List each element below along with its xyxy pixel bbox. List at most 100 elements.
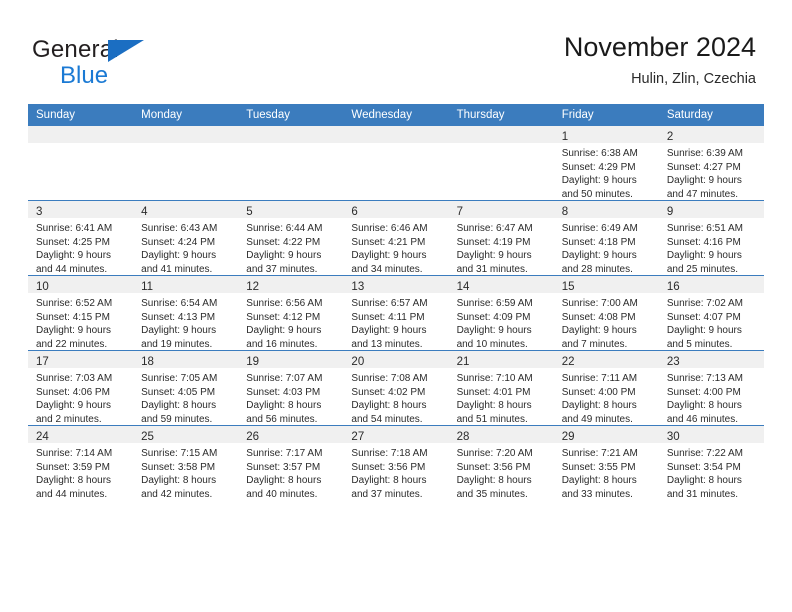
sun-times-block: Sunrise: 7:18 AM Sunset: 3:56 PM Daylight:… xyxy=(343,443,448,501)
calendar-day-cell[interactable]: 16 Sunrise: 7:02 AM Sunset: 4:07 PM Dayligh… xyxy=(658,275,764,351)
sun-times-line: Sunset: 4:16 PM xyxy=(666,236,741,248)
calendar-day-cell[interactable]: 21 Sunrise: 7:10 AM Sunset: 4:01 PM Dayligh… xyxy=(448,350,554,426)
sun-times-line: and 49 minutes. xyxy=(561,413,633,425)
sun-times-line: and 5 minutes. xyxy=(666,338,733,350)
sun-times-line: Sunset: 4:15 PM xyxy=(36,311,110,323)
day-number-band xyxy=(448,126,554,143)
calendar-cell-empty xyxy=(343,126,449,201)
day-number: 27 xyxy=(351,431,365,443)
calendar-day-cell[interactable]: 8 Sunrise: 6:49 AM Sunset: 4:18 PM Daylight… xyxy=(553,200,659,276)
sun-times-line: Sunrise: 7:08 AM xyxy=(351,373,428,384)
sun-times-line: Daylight: 9 hours xyxy=(666,250,742,262)
calendar-day-cell[interactable]: 12 Sunrise: 6:56 AM Sunset: 4:12 PM Dayligh… xyxy=(238,275,344,351)
calendar-day-cell[interactable]: 1 Sunrise: 6:38 AM Sunset: 4:29 PM Daylight… xyxy=(553,126,659,201)
sun-times-block: Sunrise: 7:07 AM Sunset: 4:03 PM Daylight:… xyxy=(238,368,343,426)
calendar-page: General Blue November 2024 Hulin, Zlin, … xyxy=(0,0,792,612)
weekday-header-tuesday: Tuesday xyxy=(238,104,344,126)
calendar-cell-inner: 20 Sunrise: 7:08 AM Sunset: 4:02 PM Dayligh… xyxy=(343,351,449,425)
calendar-day-cell[interactable]: 24 Sunrise: 7:14 AM Sunset: 3:59 PM Dayligh… xyxy=(28,425,134,500)
weekday-header-monday: Monday xyxy=(133,104,239,126)
day-number-band xyxy=(133,126,239,143)
sun-times-block: Sunrise: 7:17 AM Sunset: 3:57 PM Daylight:… xyxy=(238,443,343,501)
day-number-band: 3 xyxy=(28,201,134,218)
calendar-day-cell[interactable]: 6 Sunrise: 6:46 AM Sunset: 4:21 PM Daylight… xyxy=(343,200,449,276)
sun-times-line: Sunset: 4:12 PM xyxy=(246,311,321,323)
day-number-band: 2 xyxy=(658,126,764,143)
calendar-cell-inner xyxy=(28,126,134,200)
calendar-day-cell[interactable]: 30 Sunrise: 7:22 AM Sunset: 3:54 PM Dayligh… xyxy=(658,425,764,500)
calendar-day-cell[interactable]: 22 Sunrise: 7:11 AM Sunset: 4:00 PM Dayligh… xyxy=(553,350,659,426)
calendar-cell-inner: 9 Sunrise: 6:51 AM Sunset: 4:16 PM Daylight… xyxy=(658,201,764,275)
day-number: 30 xyxy=(666,431,680,443)
sun-times-line: Sunrise: 7:11 AM xyxy=(561,373,638,384)
calendar-day-cell[interactable]: 17 Sunrise: 7:03 AM Sunset: 4:06 PM Dayligh… xyxy=(28,350,134,426)
day-number-band: 21 xyxy=(448,351,554,368)
calendar-cell-inner: 2 Sunrise: 6:39 AM Sunset: 4:27 PM Daylight… xyxy=(658,126,764,200)
calendar-day-cell[interactable]: 5 Sunrise: 6:44 AM Sunset: 4:22 PM Daylight… xyxy=(238,200,344,276)
calendar-day-cell[interactable]: 4 Sunrise: 6:43 AM Sunset: 4:24 PM Daylight… xyxy=(133,200,239,276)
calendar-day-cell[interactable]: 20 Sunrise: 7:08 AM Sunset: 4:02 PM Dayligh… xyxy=(343,350,449,426)
calendar-day-cell[interactable]: 29 Sunrise: 7:21 AM Sunset: 3:55 PM Dayligh… xyxy=(553,425,659,500)
sun-times-line: Sunset: 4:03 PM xyxy=(246,386,321,398)
calendar-cell-inner: 27 Sunrise: 7:18 AM Sunset: 3:56 PM Dayligh… xyxy=(343,426,449,501)
day-number-band: 25 xyxy=(133,426,239,443)
sun-times-line: Sunrise: 6:49 AM xyxy=(561,223,638,234)
sun-times-line: and 33 minutes. xyxy=(561,488,633,500)
sun-times-line: Sunrise: 7:05 AM xyxy=(141,373,218,384)
calendar-day-cell[interactable]: 18 Sunrise: 7:05 AM Sunset: 4:05 PM Dayligh… xyxy=(133,350,239,426)
calendar-cell-inner xyxy=(448,126,554,200)
sun-times-block: Sunrise: 7:02 AM Sunset: 4:07 PM Daylight:… xyxy=(659,293,764,351)
day-number-band xyxy=(343,126,449,143)
sun-times-line: Sunset: 3:56 PM xyxy=(351,461,426,473)
sun-times-line: Sunrise: 6:38 AM xyxy=(561,148,638,159)
calendar-day-cell[interactable]: 25 Sunrise: 7:15 AM Sunset: 3:58 PM Dayligh… xyxy=(133,425,239,501)
calendar-day-cell[interactable]: 2 Sunrise: 6:39 AM Sunset: 4:27 PM Daylight… xyxy=(658,126,764,201)
sun-times-line: and 50 minutes. xyxy=(561,188,633,200)
calendar-cell-inner: 24 Sunrise: 7:14 AM Sunset: 3:59 PM Dayligh… xyxy=(28,426,134,500)
sun-times-line: and 16 minutes. xyxy=(246,338,318,350)
calendar-cell-inner xyxy=(238,126,344,200)
sun-times-line: Sunrise: 7:14 AM xyxy=(36,448,113,459)
calendar-day-cell[interactable]: 7 Sunrise: 6:47 AM Sunset: 4:19 PM Daylight… xyxy=(448,200,554,276)
calendar-cell-inner: 26 Sunrise: 7:17 AM Sunset: 3:57 PM Dayligh… xyxy=(238,426,344,501)
sun-times-line: Sunrise: 6:59 AM xyxy=(456,298,533,309)
calendar-cell-inner: 29 Sunrise: 7:21 AM Sunset: 3:55 PM Dayligh… xyxy=(553,426,659,500)
day-number-band: 6 xyxy=(343,201,449,218)
sun-times-line: and 19 minutes. xyxy=(141,338,213,350)
sun-times-line: Daylight: 9 hours xyxy=(141,325,217,337)
sun-times-block: Sunrise: 7:05 AM Sunset: 4:05 PM Daylight:… xyxy=(133,368,238,426)
day-number-band: 26 xyxy=(238,426,344,443)
calendar-day-cell[interactable]: 23 Sunrise: 7:13 AM Sunset: 4:00 PM Dayligh… xyxy=(658,350,764,426)
calendar-day-cell[interactable]: 26 Sunrise: 7:17 AM Sunset: 3:57 PM Dayligh… xyxy=(238,425,344,501)
calendar-week-row: 10 Sunrise: 6:52 AM Sunset: 4:15 PM Dayligh… xyxy=(28,275,764,351)
calendar-day-cell[interactable]: 11 Sunrise: 6:54 AM Sunset: 4:13 PM Dayligh… xyxy=(133,275,239,351)
calendar-cell-inner: 15 Sunrise: 7:00 AM Sunset: 4:08 PM Dayligh… xyxy=(553,276,659,350)
sun-times-line: Sunrise: 6:57 AM xyxy=(351,298,428,309)
calendar-day-cell[interactable]: 13 Sunrise: 6:57 AM Sunset: 4:11 PM Dayligh… xyxy=(343,275,449,351)
calendar-day-cell[interactable]: 27 Sunrise: 7:18 AM Sunset: 3:56 PM Dayligh… xyxy=(343,425,449,501)
sun-times-block: Sunrise: 6:41 AM Sunset: 4:25 PM Daylight:… xyxy=(28,218,133,276)
sun-times-line: Sunrise: 7:22 AM xyxy=(666,448,743,459)
day-number: 14 xyxy=(456,281,470,293)
calendar-day-cell[interactable]: 3 Sunrise: 6:41 AM Sunset: 4:25 PM Daylight… xyxy=(28,200,134,276)
calendar-day-cell[interactable]: 9 Sunrise: 6:51 AM Sunset: 4:16 PM Daylight… xyxy=(658,200,764,276)
day-number-band: 1 xyxy=(553,126,659,143)
calendar-day-cell[interactable]: 10 Sunrise: 6:52 AM Sunset: 4:15 PM Dayligh… xyxy=(28,275,134,351)
sun-times-line: Daylight: 8 hours xyxy=(351,400,427,412)
calendar-day-cell[interactable]: 15 Sunrise: 7:00 AM Sunset: 4:08 PM Dayligh… xyxy=(553,275,659,351)
calendar-day-cell[interactable]: 28 Sunrise: 7:20 AM Sunset: 3:56 PM Dayligh… xyxy=(448,425,554,500)
sun-times-block: Sunrise: 7:15 AM Sunset: 3:58 PM Daylight:… xyxy=(133,443,238,501)
calendar-day-cell[interactable]: 14 Sunrise: 6:59 AM Sunset: 4:09 PM Dayligh… xyxy=(448,275,554,351)
calendar-cell-empty xyxy=(133,126,239,201)
general-blue-logo[interactable]: General Blue xyxy=(32,36,212,92)
sun-times-line: Sunset: 4:11 PM xyxy=(351,311,425,323)
sun-times-line: Sunset: 4:21 PM xyxy=(351,236,426,248)
sun-times-line: Sunrise: 6:46 AM xyxy=(351,223,428,234)
calendar-cell-inner: 18 Sunrise: 7:05 AM Sunset: 4:05 PM Dayligh… xyxy=(133,351,239,426)
day-number: 9 xyxy=(666,206,674,218)
sun-times-block: Sunrise: 6:43 AM Sunset: 4:24 PM Daylight:… xyxy=(133,218,238,276)
sun-times-line: Daylight: 8 hours xyxy=(141,400,217,412)
day-number-band: 7 xyxy=(448,201,554,218)
calendar-day-cell[interactable]: 19 Sunrise: 7:07 AM Sunset: 4:03 PM Dayligh… xyxy=(238,350,344,426)
sun-times-block: Sunrise: 6:59 AM Sunset: 4:09 PM Daylight:… xyxy=(449,293,554,351)
